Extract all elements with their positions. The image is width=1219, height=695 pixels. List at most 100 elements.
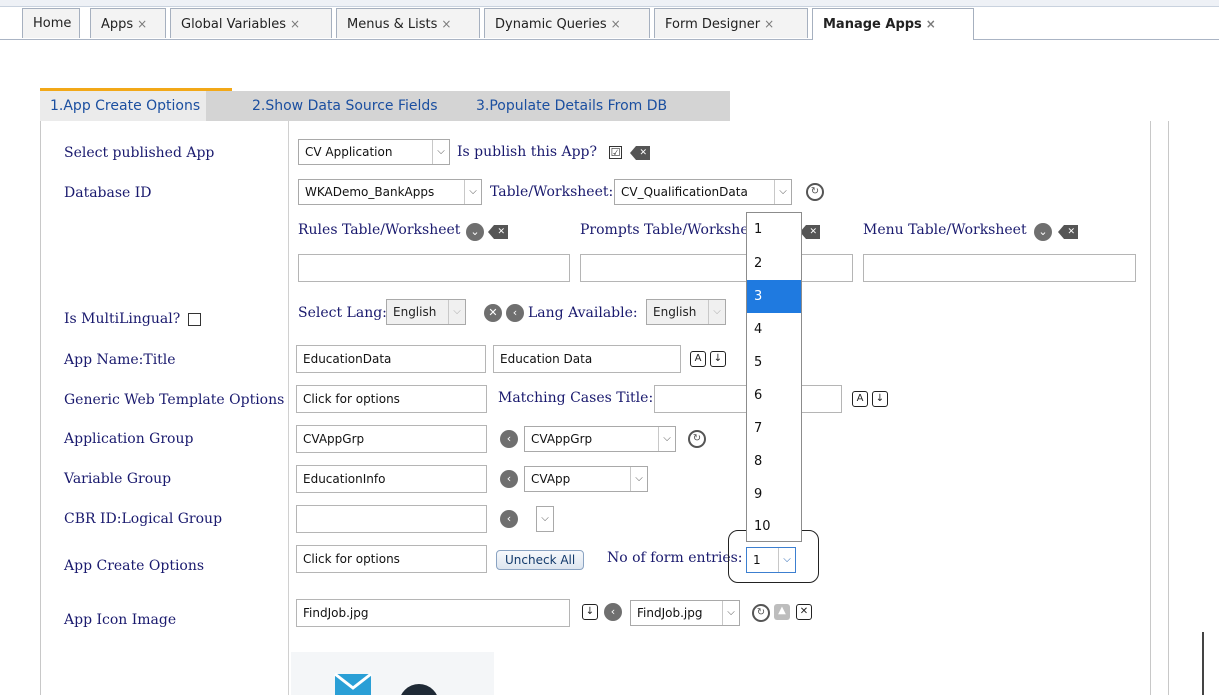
chevron-down-icon: ⌵ — [630, 467, 647, 491]
chevron-left-icon[interactable]: ‹ — [500, 510, 518, 528]
upload-icon[interactable]: ▲ — [774, 604, 790, 620]
tab-global-variables[interactable]: Global Variables × — [170, 8, 332, 38]
menu-table-input[interactable] — [863, 254, 1136, 282]
table-worksheet-label: Table/Worksheet: — [490, 184, 614, 200]
logical-group-select[interactable]: ⌵ — [536, 506, 554, 532]
database-id-select[interactable]: WKADemo_BankApps ⌵ — [298, 179, 482, 205]
chevron-down-icon: ⌵ — [537, 507, 553, 531]
variable-group-select[interactable]: CVApp ⌵ — [524, 466, 648, 492]
dropdown-option[interactable]: 4 — [747, 313, 801, 346]
remove-icon[interactable]: ✕ — [484, 304, 502, 322]
dropdown-option[interactable]: 9 — [747, 478, 801, 511]
lang-available-label: Lang Available: — [528, 305, 638, 321]
refresh-icon[interactable]: ↻ — [688, 430, 706, 448]
published-app-select[interactable]: CV Application ⌵ — [298, 139, 450, 165]
chevron-left-icon[interactable]: ‹ — [500, 470, 518, 488]
close-icon[interactable]: × — [764, 17, 774, 31]
dropdown-option[interactable]: 1 — [747, 213, 801, 246]
close-icon[interactable]: × — [137, 17, 147, 31]
prompts-table-input[interactable] — [580, 254, 853, 282]
app-group-label: Application Group — [64, 431, 194, 447]
download-icon[interactable]: ↓ — [872, 391, 888, 407]
column-divider — [288, 121, 289, 695]
close-icon[interactable]: × — [290, 17, 300, 31]
web-template-label: Generic Web Template Options — [64, 392, 285, 408]
dropdown-option[interactable]: 6 — [747, 379, 801, 412]
app-group-input[interactable]: CVAppGrp — [296, 425, 487, 453]
tab-bar-baseline — [0, 39, 1219, 40]
scrollbar[interactable] — [1202, 632, 1204, 695]
app-icon-preview — [291, 652, 494, 695]
app-title-input[interactable]: Education Data — [493, 345, 681, 373]
variable-group-label: Variable Group — [64, 471, 172, 487]
refresh-icon[interactable]: ↻ — [752, 604, 770, 622]
form-entries-dropdown-list[interactable]: 1 2 3 4 5 6 7 8 9 10 — [746, 212, 802, 542]
rules-table-label: Rules Table/Worksheet — [298, 222, 461, 238]
close-icon[interactable]: × — [611, 17, 621, 31]
chevron-down-icon: ⌵ — [658, 427, 675, 451]
multilingual-checkbox[interactable] — [188, 313, 201, 326]
translate-icon[interactable]: A — [852, 391, 868, 407]
wizard-step-app-create-options[interactable]: 1.App Create Options — [40, 91, 207, 121]
tab-apps[interactable]: Apps × — [90, 8, 166, 38]
dropdown-option[interactable]: 7 — [747, 412, 801, 445]
chevron-down-icon: ⌵ — [722, 601, 739, 625]
panel-border-left — [40, 121, 41, 695]
tab-dynamic-queries[interactable]: Dynamic Queries × — [484, 8, 650, 38]
dropdown-option[interactable]: 8 — [747, 445, 801, 478]
panel-border-right — [1150, 121, 1151, 695]
app-name-input[interactable]: EducationData — [296, 345, 486, 373]
publish-app-label: Is publish this App? — [457, 144, 598, 160]
tab-manage-apps[interactable]: Manage Apps × — [812, 8, 974, 40]
app-icon-input[interactable]: FindJob.jpg — [296, 599, 570, 627]
close-icon[interactable]: ✕ — [796, 604, 812, 620]
expand-down-icon[interactable]: ⌄ — [466, 223, 484, 241]
rules-table-input[interactable] — [298, 254, 570, 282]
clear-icon[interactable]: ✕ — [488, 225, 508, 239]
matching-cases-label: Matching Cases Title: — [498, 390, 654, 406]
app-name-label: App Name:Title — [64, 352, 176, 368]
publish-app-checkbox[interactable]: ☑ — [609, 146, 622, 159]
dropdown-option[interactable]: 5 — [747, 346, 801, 379]
panel-border-outer — [1168, 121, 1169, 695]
translate-icon[interactable]: A — [690, 351, 706, 367]
chevron-left-icon[interactable]: ‹ — [604, 603, 622, 621]
app-icon-label: App Icon Image — [64, 612, 177, 628]
close-icon[interactable]: × — [926, 17, 936, 31]
app-icon-select[interactable]: FindJob.jpg ⌵ — [630, 600, 740, 626]
app-group-select[interactable]: CVAppGrp ⌵ — [524, 426, 676, 452]
select-lang-label: Select Lang: — [298, 305, 387, 321]
uncheck-all-button[interactable]: Uncheck All — [496, 550, 585, 570]
cbr-id-input[interactable] — [296, 505, 487, 533]
prompts-table-label: Prompts Table/Workshe — [580, 222, 749, 238]
clear-icon[interactable]: ✕ — [800, 225, 820, 239]
lang-available-select[interactable]: English ⌵ — [646, 299, 726, 325]
database-id-label: Database ID — [64, 185, 152, 201]
chevron-left-icon[interactable]: ‹ — [500, 430, 518, 448]
dropdown-option[interactable]: 2 — [747, 247, 801, 280]
tab-home[interactable]: Home — [22, 8, 80, 38]
tab-form-designer[interactable]: Form Designer × — [654, 8, 808, 38]
wizard-step-show-data-source-fields[interactable]: 2.Show Data Source Fields — [252, 91, 438, 121]
refresh-icon[interactable]: ↻ — [806, 183, 824, 201]
dropdown-option-selected[interactable]: 3 — [747, 280, 801, 313]
variable-group-input[interactable]: EducationInfo — [296, 465, 487, 493]
close-icon[interactable]: × — [441, 17, 451, 31]
expand-down-icon[interactable]: ⌄ — [1034, 223, 1052, 241]
select-lang-select[interactable]: English ⌵ — [386, 299, 466, 325]
chevron-down-icon: ⌵ — [708, 300, 725, 324]
wizard-steps: 1.App Create Options 2.Show Data Source … — [40, 91, 730, 121]
tab-menus-lists[interactable]: Menus & Lists × — [336, 8, 480, 38]
chevron-left-icon[interactable]: ‹ — [506, 304, 524, 322]
chevron-down-icon: ⌵ — [448, 300, 465, 324]
download-icon[interactable]: ↓ — [582, 604, 598, 620]
form-entries-label: No of form entries: — [607, 550, 743, 566]
download-icon[interactable]: ↓ — [710, 351, 726, 367]
wizard-step-populate-details[interactable]: 3.Populate Details From DB — [476, 91, 667, 121]
web-template-input[interactable]: Click for options — [296, 385, 487, 413]
clear-icon[interactable]: ✕ — [1058, 225, 1078, 239]
table-worksheet-select[interactable]: CV_QualificationData ⌵ — [614, 179, 792, 205]
dropdown-option[interactable]: 10 — [747, 510, 801, 543]
app-create-options-input[interactable]: Click for options — [296, 545, 487, 573]
clear-icon[interactable]: ✕ — [630, 146, 650, 160]
